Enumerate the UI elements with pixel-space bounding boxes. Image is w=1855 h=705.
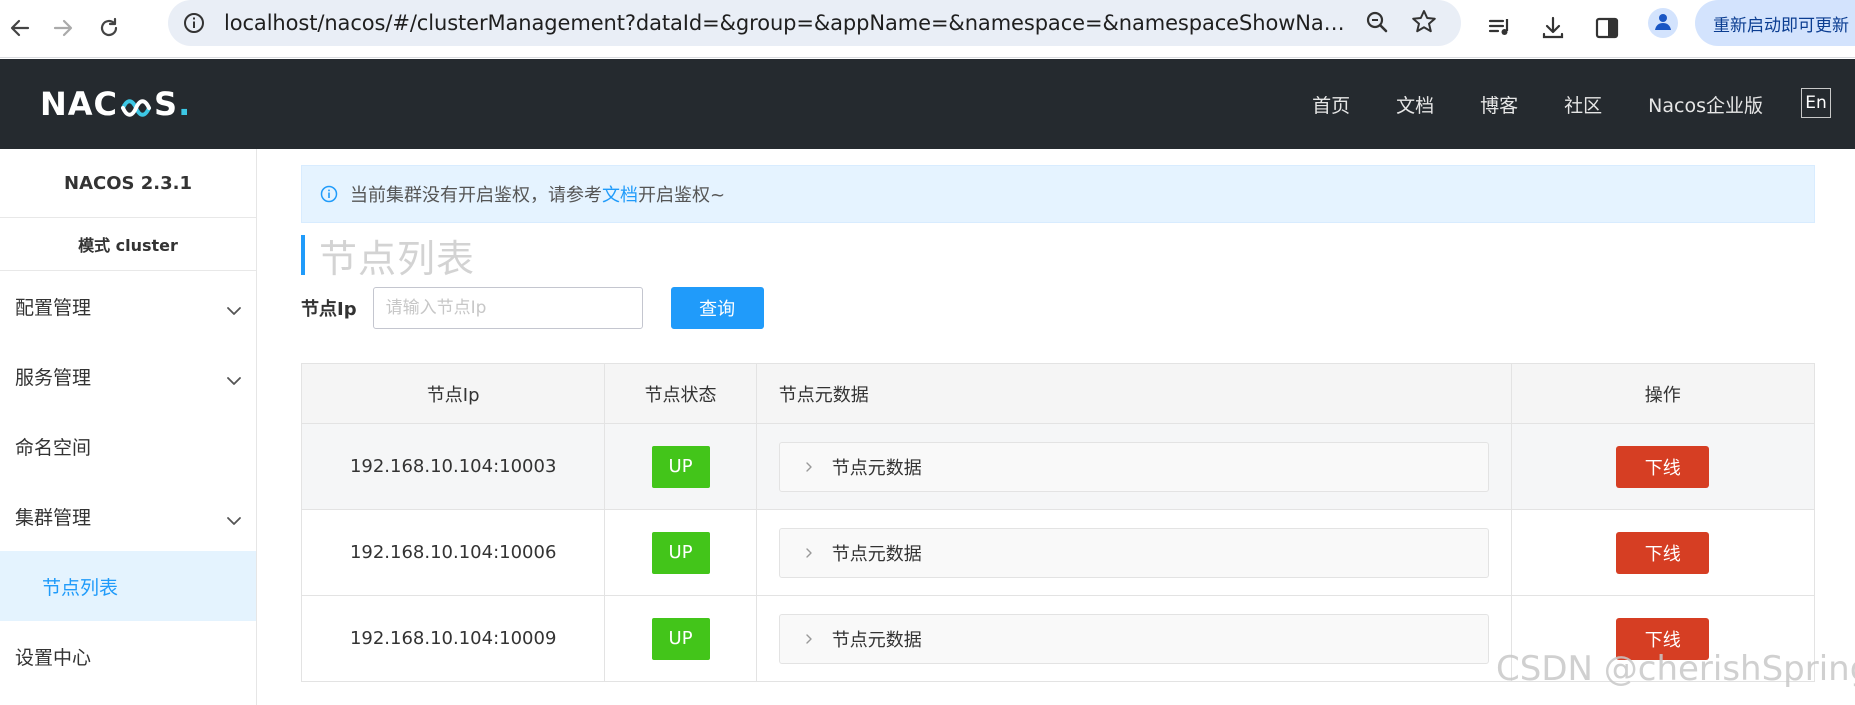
site-info-icon[interactable] (182, 11, 206, 35)
nav-home[interactable]: 首页 (1312, 91, 1350, 118)
node-ip-cell: 192.168.10.104:10003 (302, 423, 606, 510)
chevron-right-icon (802, 633, 816, 644)
sidebar-item-label: 设置中心 (15, 646, 92, 669)
title-accent-bar (301, 235, 305, 275)
logo-text-start: NAC (40, 85, 119, 123)
reload-button[interactable] (89, 8, 129, 48)
sidebar-item-label: 节点列表 (42, 576, 119, 599)
sidebar-item-label: 命名空间 (15, 436, 92, 459)
nav-links: 首页 文档 博客 社区 Nacos企业版 (1266, 59, 1763, 149)
sidebar-item-cluster-management[interactable]: 集群管理 (0, 481, 256, 551)
side-panel-button[interactable] (1587, 8, 1627, 48)
page-title: 节点列表 (319, 236, 476, 281)
table-header-row: 节点Ip 节点状态 节点元数据 操作 (302, 364, 1814, 424)
node-status-cell: UP (604, 509, 757, 596)
downloads-button[interactable] (1533, 8, 1573, 48)
zoom-icon[interactable] (1363, 8, 1391, 40)
table-row: 192.168.10.104:10003 UP 节点元数据 下线 (302, 423, 1814, 510)
browser-toolbar: localhost/nacos/#/clusterManagement?data… (0, 0, 1855, 58)
column-header-node-status: 节点状态 (604, 364, 757, 424)
node-table: 节点Ip 节点状态 节点元数据 操作 192.168.10.104:10003 … (301, 363, 1815, 682)
notice-docs-link[interactable]: 文档 (602, 181, 638, 207)
sidebar-item-service-management[interactable]: 服务管理 (0, 341, 256, 411)
person-icon (1653, 11, 1673, 35)
logo-o-icon (120, 91, 152, 117)
playlist-icon (1487, 15, 1513, 41)
column-header-node-ip: 节点Ip (302, 364, 606, 424)
side-panel-icon (1594, 15, 1620, 41)
metadata-label: 节点元数据 (831, 629, 922, 651)
address-bar[interactable]: localhost/nacos/#/clusterManagement?data… (168, 0, 1461, 46)
back-button[interactable] (0, 8, 40, 48)
status-badge: UP (651, 617, 710, 660)
info-icon (320, 185, 338, 203)
column-header-actions: 操作 (1511, 364, 1814, 424)
sidebar: NACOS 2.3.1 模式 cluster 配置管理 服务管理 命名空间 集群… (0, 149, 257, 705)
metadata-expander[interactable]: 节点元数据 (778, 527, 1489, 578)
update-button[interactable]: 重新启动即可更新 (1695, 0, 1855, 46)
nav-docs[interactable]: 文档 (1396, 91, 1434, 118)
watermark: CSDN @cherishSpring (1496, 649, 1855, 689)
node-ip-cell: 192.168.10.104:10006 (302, 509, 606, 596)
top-navigation: NAC S . 首页 文档 博客 社区 Nacos企业版 En (0, 59, 1855, 149)
table-row: 192.168.10.104:10006 UP 节点元数据 下线 (302, 509, 1814, 596)
auth-notice: 当前集群没有开启鉴权，请参考 文档 开启鉴权~ (301, 165, 1815, 223)
metadata-label: 节点元数据 (831, 543, 922, 565)
node-status-cell: UP (604, 595, 757, 681)
sidebar-mode: 模式 cluster (0, 218, 256, 271)
offline-button[interactable]: 下线 (1616, 531, 1710, 574)
language-switch-button[interactable]: En (1801, 88, 1831, 118)
nav-community[interactable]: 社区 (1564, 91, 1602, 118)
nav-enterprise[interactable]: Nacos企业版 (1648, 91, 1763, 118)
chevron-down-icon (226, 299, 242, 321)
node-metadata-cell: 节点元数据 (756, 595, 1512, 681)
sidebar-item-config-management[interactable]: 配置管理 (0, 271, 256, 341)
sidebar-item-label: 配置管理 (15, 296, 92, 319)
offline-button[interactable]: 下线 (1616, 445, 1710, 488)
arrow-right-icon (52, 17, 74, 39)
sidebar-item-label: 服务管理 (15, 366, 92, 389)
nacos-logo[interactable]: NAC S . (40, 85, 191, 123)
metadata-expander[interactable]: 节点元数据 (778, 441, 1489, 492)
sidebar-item-settings[interactable]: 设置中心 (0, 621, 256, 691)
notice-text-after: 开启鉴权~ (638, 185, 726, 206)
chevron-down-icon (226, 509, 242, 531)
logo-text-end: S (154, 85, 179, 123)
arrow-left-icon (9, 17, 31, 39)
metadata-label: 节点元数据 (831, 457, 922, 479)
sidebar-item-node-list[interactable]: 节点列表 (0, 551, 256, 621)
reading-list-button[interactable] (1480, 8, 1520, 48)
sidebar-item-namespace[interactable]: 命名空间 (0, 411, 256, 481)
status-badge: UP (651, 445, 710, 488)
node-metadata-cell: 节点元数据 (756, 509, 1512, 596)
column-header-node-metadata: 节点元数据 (756, 364, 1512, 424)
bookmark-star-icon[interactable] (1410, 8, 1438, 40)
status-badge: UP (651, 531, 710, 574)
logo-dot: . (178, 85, 192, 123)
sidebar-item-label: 集群管理 (15, 506, 92, 529)
node-ip-cell: 192.168.10.104:10009 (302, 595, 606, 681)
sidebar-version: NACOS 2.3.1 (0, 149, 256, 218)
page-title-block: 节点列表 (301, 233, 475, 281)
forward-button[interactable] (43, 8, 83, 48)
chevron-down-icon (226, 369, 242, 391)
chevron-right-icon (802, 461, 816, 472)
actions-cell: 下线 (1511, 509, 1814, 596)
chevron-right-icon (802, 547, 816, 558)
metadata-expander[interactable]: 节点元数据 (778, 613, 1489, 664)
profile-avatar[interactable] (1648, 8, 1678, 38)
search-bar: 节点Ip 查询 (301, 286, 764, 330)
download-icon (1540, 15, 1566, 41)
nav-blog[interactable]: 博客 (1480, 91, 1518, 118)
node-status-cell: UP (604, 423, 757, 510)
reload-icon (98, 17, 120, 39)
main-content: 当前集群没有开启鉴权，请参考 文档 开启鉴权~ 节点列表 节点Ip 查询 节点I… (257, 149, 1855, 705)
node-ip-input[interactable] (372, 287, 643, 329)
query-button[interactable]: 查询 (670, 287, 764, 329)
node-ip-label: 节点Ip (301, 299, 357, 320)
node-metadata-cell: 节点元数据 (756, 423, 1512, 510)
notice-text-before: 当前集群没有开启鉴权，请参考 (350, 185, 602, 206)
address-url[interactable]: localhost/nacos/#/clusterManagement?data… (224, 10, 1354, 36)
actions-cell: 下线 (1511, 423, 1814, 510)
